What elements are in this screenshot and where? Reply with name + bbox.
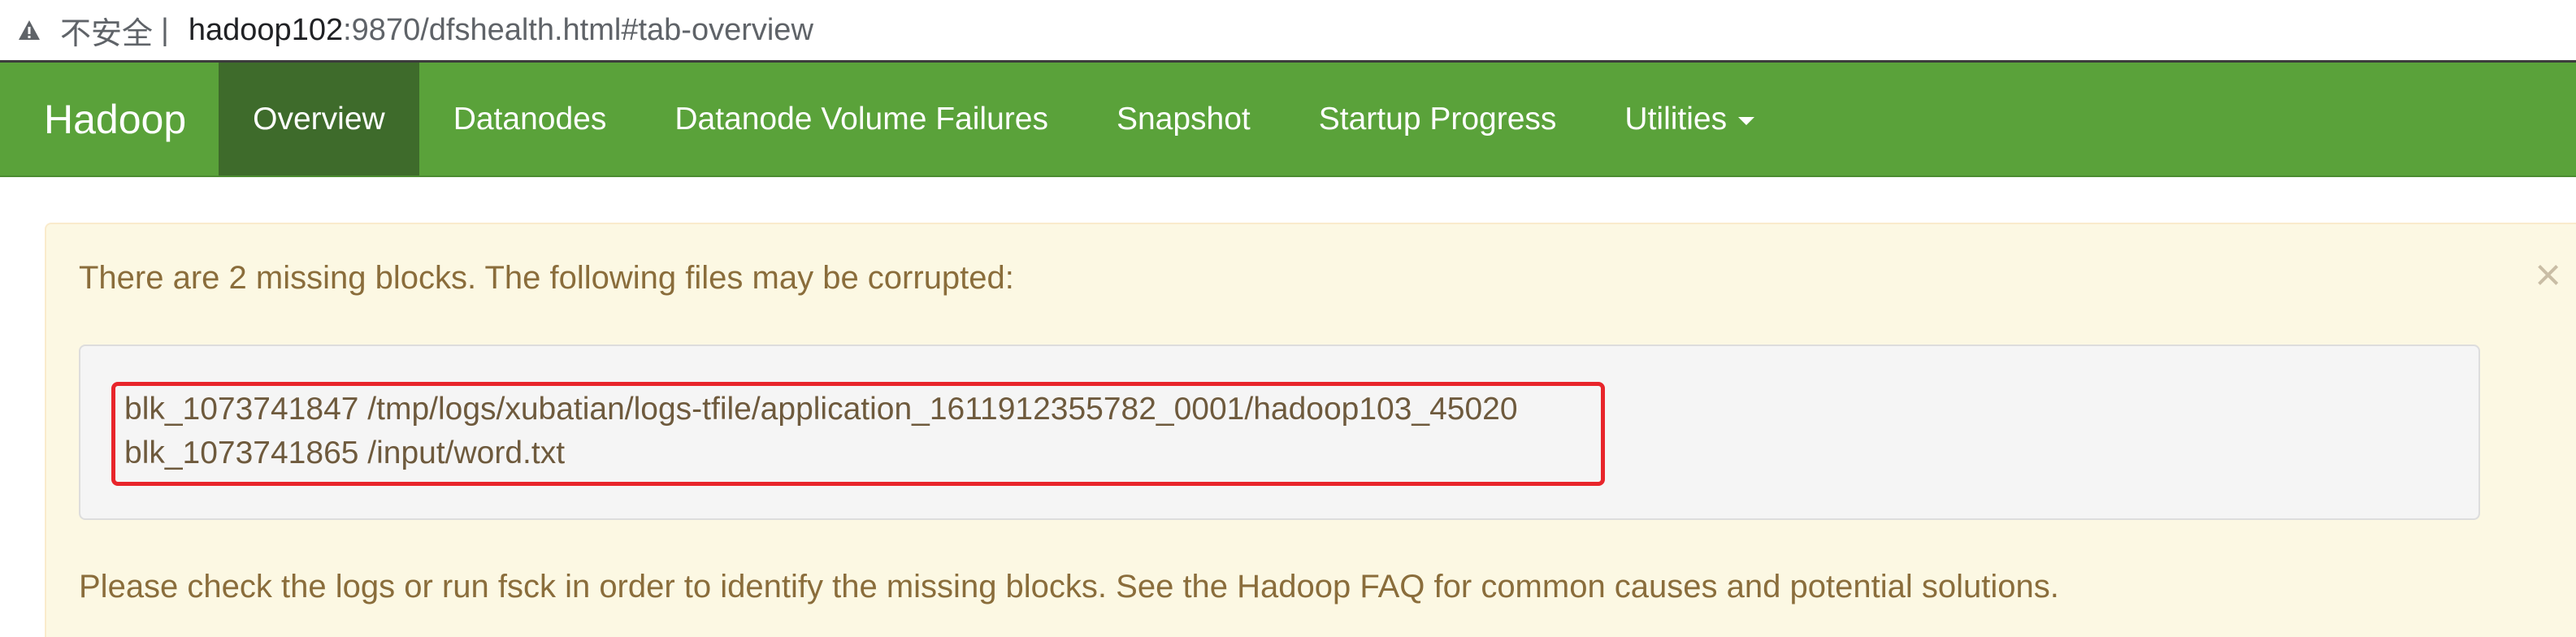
url-host[interactable]: hadoop102 [189, 13, 343, 48]
corrupted-file-entry: blk_1073741865 /input/word.txt [124, 436, 566, 470]
warning-icon [18, 18, 42, 42]
close-icon[interactable]: × [2535, 252, 2561, 297]
address-bar[interactable]: 不安全 | hadoop102:9870/dfshealth.html#tab-… [0, 0, 2576, 60]
url-path[interactable]: :9870/dfshealth.html#tab-overview [343, 13, 813, 48]
tab-overview[interactable]: Overview [219, 63, 419, 176]
hadoop-brand[interactable]: Hadoop [0, 63, 219, 176]
tab-datanode-volume-failures[interactable]: Datanode Volume Failures [640, 63, 1082, 176]
tab-datanodes[interactable]: Datanodes [419, 63, 641, 176]
caret-down-icon [1738, 116, 1755, 125]
corrupted-files-list: blk_1073741847 /tmp/logs/xubatian/logs-t… [79, 344, 2480, 520]
missing-blocks-alert: There are 2 missing blocks. The followin… [45, 223, 2576, 637]
address-separator: | [161, 12, 169, 47]
alert-note: Please check the logs or run fsck in ord… [79, 569, 2059, 604]
alert-message: There are 2 missing blocks. The followin… [79, 260, 1014, 296]
utilities-label: Utilities [1624, 101, 1728, 136]
corrupted-file-entry: blk_1073741847 /tmp/logs/xubatian/logs-t… [124, 392, 1518, 427]
tab-snapshot[interactable]: Snapshot [1082, 63, 1285, 176]
not-secure-label[interactable]: 不安全 [60, 8, 153, 53]
utilities-dropdown[interactable]: Utilities [1590, 63, 1789, 176]
top-navbar: Hadoop Overview Datanodes Datanode Volum… [0, 63, 2576, 177]
tab-startup-progress[interactable]: Startup Progress [1285, 63, 1591, 176]
